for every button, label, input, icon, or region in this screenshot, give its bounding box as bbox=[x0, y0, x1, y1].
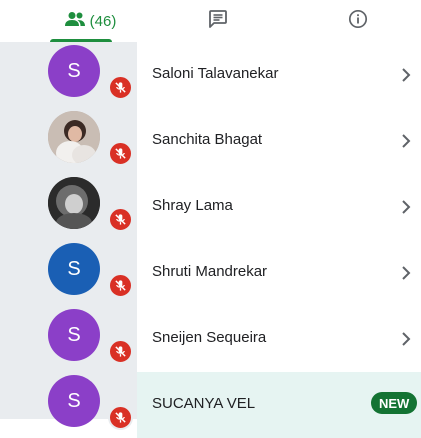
participant-list[interactable]: S Saloni Talavanekar Sanchita Bhagat Shray … bbox=[0, 42, 421, 438]
new-badge: NEW bbox=[371, 392, 418, 414]
tab-info[interactable] bbox=[338, 0, 378, 42]
participant-name: Sneijen Sequeira bbox=[152, 329, 267, 346]
avatar-initial: S bbox=[67, 257, 81, 280]
tab-chat[interactable] bbox=[198, 0, 238, 42]
mic-off-icon bbox=[108, 75, 133, 100]
avatar-initial: S bbox=[67, 59, 81, 82]
chat-icon bbox=[208, 9, 228, 33]
avatar[interactable]: S bbox=[48, 45, 100, 97]
avatar-initial: S bbox=[67, 323, 81, 346]
participant-row[interactable]: S Shruti Mandrekar bbox=[0, 240, 421, 306]
avatar-photo bbox=[48, 111, 100, 163]
info-icon bbox=[348, 9, 368, 33]
participant-name: Saloni Talavanekar bbox=[152, 65, 279, 82]
participant-name: Shray Lama bbox=[152, 197, 233, 214]
avatar-initial: S bbox=[67, 389, 81, 412]
participant-row[interactable]: S Sneijen Sequeira bbox=[0, 306, 421, 372]
participant-name: SUCANYA VEL bbox=[152, 395, 256, 412]
tab-people[interactable]: (46) bbox=[40, 0, 140, 42]
participant-count: (46) bbox=[89, 12, 117, 30]
avatar[interactable]: S bbox=[48, 375, 100, 427]
avatar[interactable]: S bbox=[48, 309, 100, 361]
chevron-right-icon[interactable] bbox=[400, 331, 412, 347]
mic-off-icon bbox=[108, 207, 133, 232]
participant-name: Sanchita Bhagat bbox=[152, 131, 263, 148]
participant-row[interactable]: S Saloni Talavanekar bbox=[0, 42, 421, 108]
chevron-right-icon[interactable] bbox=[400, 67, 412, 83]
avatar[interactable] bbox=[48, 177, 100, 229]
mic-off-icon bbox=[108, 273, 133, 298]
participant-name: Shruti Mandrekar bbox=[152, 263, 268, 280]
mic-off-icon bbox=[108, 405, 133, 430]
avatar[interactable] bbox=[48, 111, 100, 163]
mic-off-icon bbox=[108, 339, 133, 364]
participant-row[interactable]: Sanchita Bhagat bbox=[0, 108, 421, 174]
chevron-right-icon[interactable] bbox=[400, 265, 412, 281]
mic-off-icon bbox=[108, 141, 133, 166]
participants-tab-bar: (46) bbox=[0, 0, 421, 42]
participant-row[interactable]: Shray Lama bbox=[0, 174, 421, 240]
avatar-photo bbox=[48, 177, 100, 229]
chevron-right-icon[interactable] bbox=[400, 199, 412, 215]
participant-row[interactable]: S SUCANYA VEL NEW bbox=[0, 372, 421, 438]
people-icon bbox=[64, 11, 86, 31]
chevron-right-icon[interactable] bbox=[400, 133, 412, 149]
avatar[interactable]: S bbox=[48, 243, 100, 295]
